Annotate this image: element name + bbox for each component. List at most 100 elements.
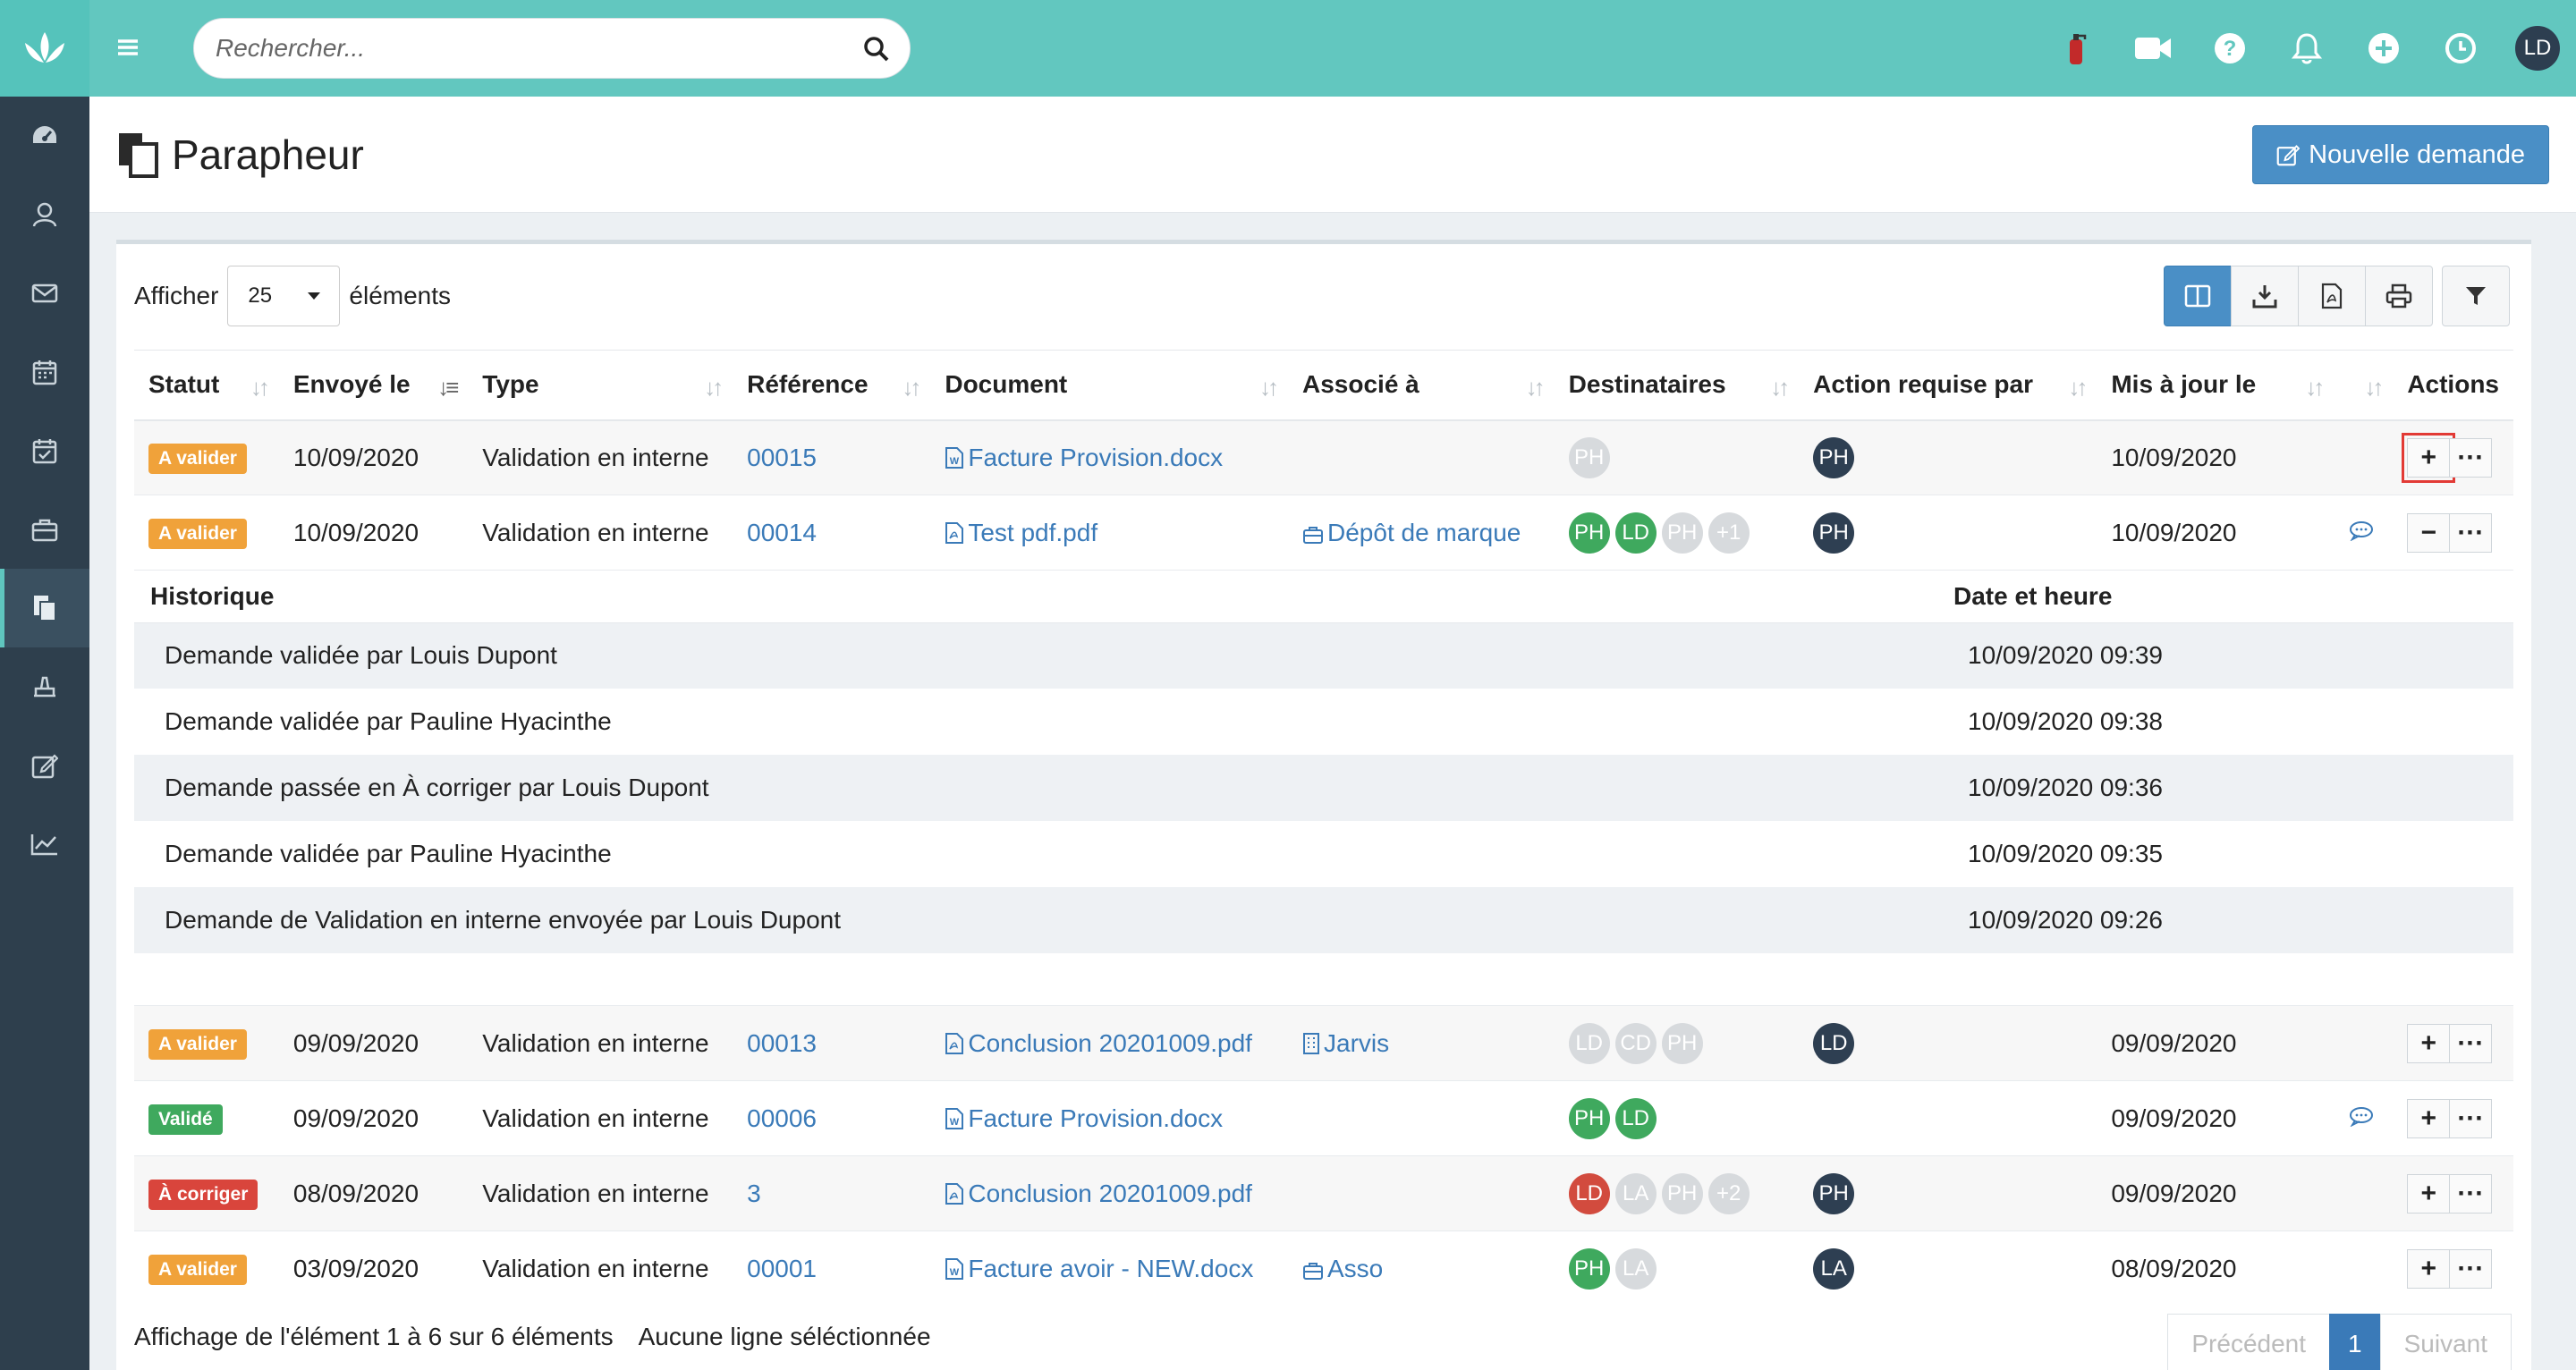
pdf-file-icon <box>945 1182 964 1205</box>
avatar: PH <box>1568 512 1610 554</box>
reference-link[interactable]: 00006 <box>747 1104 817 1132</box>
parapheur-icon <box>119 133 158 178</box>
table-info: Affichage de l'élément 1 à 6 sur 6 éléme… <box>134 1323 931 1351</box>
avatar: LD <box>1568 1022 1610 1064</box>
clock-icon[interactable] <box>2422 0 2499 97</box>
building-icon <box>1303 1032 1319 1054</box>
export-pdf-button[interactable] <box>2298 266 2366 326</box>
associated-link[interactable]: Dépôt de marque <box>1302 519 1521 546</box>
lotus-logo-icon[interactable] <box>0 0 89 97</box>
download-button[interactable] <box>2231 266 2299 326</box>
expand-button[interactable]: + <box>2407 1173 2451 1214</box>
expand-button[interactable]: + <box>2402 432 2456 483</box>
page-size-select[interactable]: 25 <box>227 266 341 326</box>
svg-text:W: W <box>950 456 960 467</box>
col-header-comments[interactable]: ↓↑ <box>2334 350 2394 421</box>
dashboard-icon <box>33 126 56 143</box>
search-icon[interactable] <box>863 36 890 63</box>
reference-link[interactable]: 00015 <box>747 444 817 471</box>
more-button[interactable]: ··· <box>2449 437 2493 478</box>
more-button[interactable]: ··· <box>2449 1173 2493 1214</box>
col-header-reference[interactable]: Référence ↓↑ <box>733 350 931 421</box>
comment-icon[interactable] <box>2348 520 2375 541</box>
video-icon[interactable] <box>2114 0 2191 97</box>
document-link[interactable]: W Facture Provision.docx <box>945 1104 1223 1132</box>
avatar: LD <box>1568 1172 1610 1214</box>
avatar: PH <box>1813 512 1855 554</box>
bell-icon[interactable] <box>2268 0 2345 97</box>
comment-icon[interactable] <box>2348 1105 2375 1127</box>
expand-button[interactable]: + <box>2407 1248 2451 1289</box>
col-header-document[interactable]: Document ↓↑ <box>930 350 1288 421</box>
sidebar-item-stamp[interactable] <box>0 647 89 726</box>
sidebar-item-mail[interactable] <box>0 254 89 333</box>
expand-button[interactable]: + <box>2407 1023 2451 1063</box>
col-header-recipients[interactable]: Destinataires ↓↑ <box>1554 350 1800 421</box>
avatar: LD <box>1813 1022 1855 1064</box>
sidebar-item-calendar[interactable] <box>0 333 89 411</box>
table-row[interactable]: A valider 10/09/2020 Validation en inter… <box>134 495 2513 571</box>
plus-circle-icon[interactable] <box>2345 0 2422 97</box>
more-button[interactable]: ··· <box>2449 1098 2493 1138</box>
reference-link[interactable]: 3 <box>747 1180 761 1207</box>
document-link[interactable]: W Facture Provision.docx <box>945 444 1223 471</box>
table-row[interactable]: A valider 10/09/2020 Validation en inter… <box>134 419 2513 495</box>
briefcase-icon <box>1303 526 1323 544</box>
sent-date: 10/09/2020 <box>278 495 469 571</box>
sidebar-item-edit[interactable] <box>0 726 89 805</box>
avatar: PH <box>1568 1247 1610 1290</box>
search-input[interactable] <box>216 19 842 78</box>
col-header-type[interactable]: Type ↓↑ <box>468 350 733 421</box>
history-entry: Demande validée par Pauline Hyacinthe 10/… <box>134 689 2513 755</box>
more-button[interactable]: ··· <box>2449 1248 2493 1289</box>
col-header-associated[interactable]: Associé à ↓↑ <box>1288 350 1555 421</box>
history-entry: Demande validée par Pauline Hyacinthe 10/… <box>134 821 2513 887</box>
document-link[interactable]: W Facture avoir - NEW.docx <box>945 1255 1253 1282</box>
associated-link[interactable]: Asso <box>1302 1255 1383 1282</box>
history-entry: Demande de Validation en interne envoyée… <box>134 887 2513 953</box>
download-icon <box>2252 285 2277 309</box>
menu-icon[interactable] <box>114 34 141 61</box>
next-page-button[interactable]: Suivant <box>2379 1314 2512 1370</box>
calendar-check-icon <box>32 439 57 464</box>
col-header-status[interactable]: Statut ↓↑ <box>134 350 279 421</box>
col-header-action-by[interactable]: Action requise par ↓↑ <box>1799 350 2097 421</box>
sidebar-item-dashboard[interactable] <box>0 97 89 175</box>
user-avatar[interactable]: LD <box>2499 0 2576 97</box>
collapse-button[interactable]: − <box>2407 512 2451 553</box>
reference-link[interactable]: 00013 <box>747 1029 817 1057</box>
prev-page-button[interactable]: Précédent <box>2167 1314 2331 1370</box>
filter-button[interactable] <box>2442 266 2510 326</box>
table-row[interactable]: À corriger 08/09/2020 Validation en inte… <box>134 1155 2513 1231</box>
document-link[interactable]: Test pdf.pdf <box>945 519 1097 546</box>
sidebar-item-parapheur[interactable] <box>0 569 89 647</box>
associated-link[interactable]: Jarvis <box>1302 1029 1389 1057</box>
print-button[interactable] <box>2365 266 2433 326</box>
reference-link[interactable]: 00001 <box>747 1255 817 1282</box>
more-recipients-badge: +1 <box>1707 512 1750 554</box>
table-row[interactable]: A valider 09/09/2020 Validation en inter… <box>134 1005 2513 1081</box>
parapheur-icon <box>34 596 56 622</box>
help-icon[interactable]: ? <box>2191 0 2268 97</box>
columns-toggle-button[interactable] <box>2164 266 2232 326</box>
sidebar-item-contacts[interactable] <box>0 175 89 254</box>
col-header-sent[interactable]: Envoyé le ↓≡ <box>278 350 469 421</box>
page-1-button[interactable]: 1 <box>2329 1314 2381 1370</box>
reference-link[interactable]: 00014 <box>747 519 817 546</box>
more-button[interactable]: ··· <box>2449 1023 2493 1063</box>
more-button[interactable]: ··· <box>2449 512 2493 553</box>
table-row[interactable]: Validé 09/09/2020 Validation en interne … <box>134 1080 2513 1156</box>
new-request-button[interactable]: Nouvelle demande <box>2252 125 2549 184</box>
document-link[interactable]: Conclusion 20201009.pdf <box>945 1029 1252 1057</box>
table-row[interactable]: A valider 03/09/2020 Validation en inter… <box>134 1230 2513 1307</box>
sidebar-item-cases[interactable] <box>0 490 89 569</box>
mail-icon <box>31 283 58 303</box>
new-request-label: Nouvelle demande <box>2309 140 2525 169</box>
sidebar-item-stats[interactable] <box>0 805 89 884</box>
expand-button[interactable]: + <box>2407 1098 2451 1138</box>
fire-extinguisher-icon[interactable] <box>2038 0 2114 97</box>
col-header-updated[interactable]: Mis à jour le ↓↑ <box>2097 350 2334 421</box>
document-link[interactable]: Conclusion 20201009.pdf <box>945 1180 1252 1207</box>
sidebar-item-tasks[interactable] <box>0 411 89 490</box>
request-type: Validation en interne <box>468 1080 733 1156</box>
